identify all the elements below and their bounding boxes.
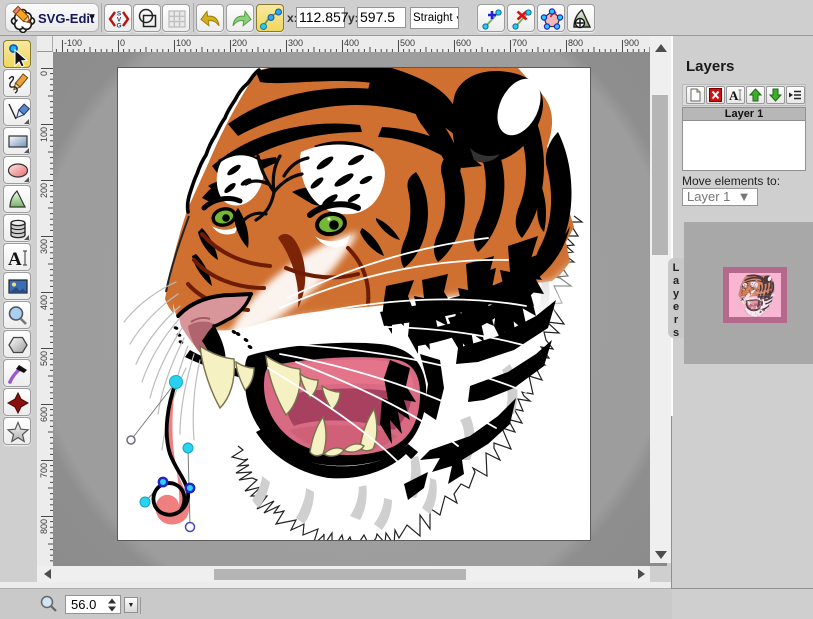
- svg-text:700: 700: [512, 38, 527, 48]
- svg-text:200: 200: [232, 38, 247, 48]
- svg-text:900: 900: [624, 38, 639, 48]
- svg-text:600: 600: [39, 407, 49, 422]
- svg-text:0: 0: [39, 71, 49, 76]
- svg-text:500: 500: [39, 351, 49, 366]
- svg-text:G: G: [116, 23, 121, 30]
- svg-text:300: 300: [288, 38, 303, 48]
- svg-text:800: 800: [39, 519, 49, 534]
- svg-text:100: 100: [39, 127, 49, 142]
- svg-text:A: A: [8, 249, 22, 270]
- svg-text:0: 0: [120, 38, 125, 48]
- svg-text:400: 400: [39, 295, 49, 310]
- svg-text:-100: -100: [64, 38, 82, 48]
- svg-text:600: 600: [456, 38, 471, 48]
- svg-text:700: 700: [39, 463, 49, 478]
- svg-text:100: 100: [176, 38, 191, 48]
- svg-text:200: 200: [39, 183, 49, 198]
- svg-text:400: 400: [344, 38, 359, 48]
- svg-text:300: 300: [39, 239, 49, 254]
- svg-text:800: 800: [568, 38, 583, 48]
- svg-text:A: A: [729, 88, 739, 103]
- svg-text:500: 500: [400, 38, 415, 48]
